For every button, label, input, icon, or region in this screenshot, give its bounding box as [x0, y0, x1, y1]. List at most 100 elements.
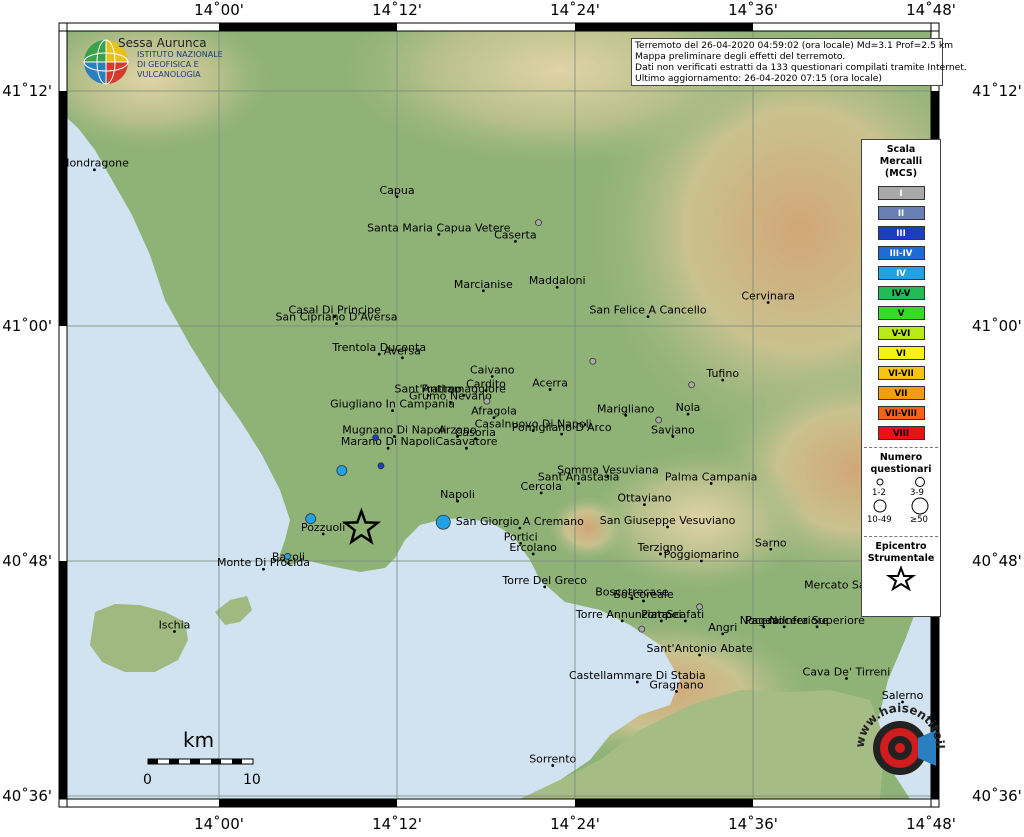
legend-swatch: VI-VII [877, 366, 925, 380]
place-label: Savjano [651, 423, 695, 436]
epicenter-locality: Sessa Aurunca [118, 36, 207, 50]
legend-swatch: VII-VIII [877, 406, 925, 420]
place-label: Sant'Antonio Abate [647, 642, 753, 655]
lat-tick-left: 40˚36' [2, 787, 52, 805]
place-label: San Giorgio A Cremano [456, 515, 584, 528]
place-label: Maddaloni [529, 274, 586, 287]
legend-row: IV-V [862, 283, 940, 303]
legend-title-line2: Mercalli [879, 156, 923, 167]
count-legend-title: Numero questionari [862, 452, 940, 476]
lat-tick-right: 40˚36' [972, 787, 1022, 805]
lat-tick-right: 41˚00' [972, 317, 1022, 335]
lon-tick-bottom: 14˚12' [372, 815, 422, 833]
epicenter-title-line1: Epicentro [875, 541, 927, 552]
lon-tick-top: 14˚24' [550, 1, 600, 19]
observation-marker[interactable] [655, 416, 663, 424]
hsit-logo-icon: www.haisentitoilterremoto.it [846, 689, 947, 775]
epicenter-legend-title: Epicentro Strumentale [862, 541, 940, 565]
observation-marker[interactable] [284, 552, 291, 560]
count-label-3-9: 3-9 [910, 488, 924, 498]
legend-swatch: IV-V [877, 286, 925, 300]
count-symbol-3-9 [915, 477, 925, 487]
epicenter-star-icon [885, 565, 917, 591]
place-label: Acerra [532, 376, 568, 389]
legend-title: Scala Mercalli (MCS) [862, 144, 940, 180]
observation-marker[interactable] [696, 603, 703, 611]
place-label: Caserta [494, 228, 537, 241]
observation-marker[interactable] [589, 357, 597, 365]
place-label: Angri [708, 621, 737, 634]
observation-marker[interactable] [435, 514, 451, 530]
observation-marker[interactable] [483, 397, 491, 405]
legend-swatch: I [877, 186, 925, 200]
place-label: Nola [676, 401, 701, 414]
observation-marker[interactable] [688, 381, 695, 389]
lat-tick-left: 41˚00' [2, 317, 52, 335]
place-label: Santa Maria Capua Vetere [367, 221, 511, 234]
place-label: Sorrento [529, 752, 576, 765]
place-label: Tufino [705, 367, 739, 380]
count-symbol-50-plus [911, 497, 929, 515]
observation-marker[interactable] [638, 625, 646, 633]
count-label-10-49: 10-49 [867, 515, 892, 525]
legend-divider-2 [864, 536, 938, 537]
lon-tick-bottom: 14˚24' [550, 815, 600, 833]
lat-tick-right: 40˚48' [972, 552, 1022, 570]
place-label: Cava De' Tirreni [803, 666, 891, 679]
legend-intensity-list: I II III III-IV IV IV-V V V-VI VI VI-VII VII VII-VI… [862, 183, 940, 443]
observation-marker[interactable] [336, 465, 348, 476]
observation-marker[interactable] [377, 462, 385, 470]
place-label: Ottaviano [617, 492, 671, 505]
place-label: San Felice A Cancello [589, 304, 706, 317]
legend-swatch: III [877, 226, 925, 240]
legend-swatch: VI [877, 346, 925, 360]
place-label: Nocera Superiore [769, 614, 865, 627]
place-label: Capua [379, 184, 414, 197]
event-info-line2: Mappa preliminare degli effetti del terr… [635, 51, 846, 62]
place-label: Giugliano In Campania [330, 398, 455, 411]
legend-divider [864, 447, 938, 448]
legend-row: V [862, 303, 940, 323]
legend-row: VIII [862, 423, 940, 443]
place-label: Marano Di Napoli [341, 435, 436, 448]
lat-tick-right: 41˚12' [972, 82, 1022, 100]
lat-tick-left: 41˚12' [2, 82, 52, 100]
place-label: Boscoreale [613, 588, 674, 601]
scale-bar-graphic [147, 758, 254, 765]
lon-tick-top: 14˚48' [906, 1, 956, 19]
place-label: Mondragone [60, 157, 129, 170]
lon-tick-bottom: 14˚48' [906, 815, 956, 833]
count-title-line1: Numero [879, 452, 923, 463]
mcs-legend: Scala Mercalli (MCS) I II III III-IV IV IV-V V… [861, 139, 941, 617]
legend-row: II [862, 203, 940, 223]
ingv-name-line2: DI GEOFISICA E VULCANOLOGIA [137, 60, 201, 79]
count-label-50-plus: ≥50 [910, 515, 928, 525]
place-label: Gragnano [649, 678, 703, 691]
legend-row: IV [862, 263, 940, 283]
legend-swatch: IV [877, 266, 925, 280]
legend-swatch: III-IV [877, 246, 925, 260]
lon-tick-top: 14˚00' [194, 1, 244, 19]
place-label: Ischia [159, 619, 191, 632]
place-label: Marcianise [454, 278, 513, 291]
scale-unit: km [183, 728, 215, 752]
event-info-box: Terremoto del 26-04-2020 04:59:02 (ora l… [631, 38, 967, 86]
place-label: Napoli [440, 488, 475, 501]
place-label: San Cipriano D'Aversa [275, 311, 397, 324]
observation-marker[interactable] [372, 434, 380, 442]
observation-marker[interactable] [535, 219, 542, 227]
scale-end: 10 [243, 772, 261, 788]
legend-swatch: V-VI [877, 326, 925, 340]
count-label-1-2: 1-2 [872, 488, 886, 498]
lon-tick-top: 14˚12' [372, 1, 422, 19]
observation-marker[interactable] [305, 513, 317, 525]
place-label: Pomigliano D'Arco [512, 421, 612, 434]
legend-row: VI-VII [862, 363, 940, 383]
lon-tick-bottom: 14˚00' [194, 815, 244, 833]
legend-row: V-VI [862, 323, 940, 343]
lon-tick-top: 14˚36' [728, 1, 778, 19]
count-title-line2: questionari [870, 464, 932, 475]
legend-row: I [862, 183, 940, 203]
place-label: Cervinara [741, 290, 795, 303]
legend-title-line3: (MCS) [884, 168, 918, 179]
